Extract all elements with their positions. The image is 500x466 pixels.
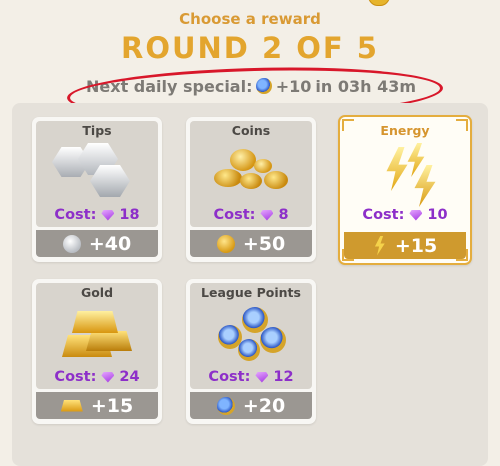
gold-coin-icon <box>216 234 235 253</box>
reward-cost: Cost: 12 <box>208 369 294 385</box>
gold-bar-icon <box>60 399 83 412</box>
reward-amount-bar: +40 <box>36 230 158 257</box>
reward-amount-bar: +15 <box>344 232 466 259</box>
reward-name: Tips <box>82 123 112 138</box>
reward-amount-bar: +15 <box>36 392 158 419</box>
gem-icon <box>101 209 115 221</box>
round-title: ROUND 2 OF 5 <box>121 31 379 65</box>
league-point-icon <box>216 396 235 415</box>
reward-card-coins[interactable]: Coins Cost: 8 +50 <box>186 117 316 262</box>
reward-subtitle: Choose a reward <box>179 10 321 28</box>
reward-card-energy[interactable]: Energy Cost: 10 +15 <box>338 115 472 265</box>
gem-icon <box>409 209 423 221</box>
reward-name: Energy <box>380 123 430 138</box>
top-coin-icon <box>368 0 390 6</box>
gem-icon <box>101 371 115 383</box>
reward-card-league-points[interactable]: League Points Cost: 12 +20 <box>186 279 316 424</box>
reward-name: League Points <box>201 285 301 300</box>
reward-cost: Cost: 18 <box>54 207 140 223</box>
rewards-panel: Tips Cost: 18 +40 Coins Cost: 8 +50 Ener… <box>12 103 488 466</box>
silver-coin-icon <box>62 234 81 253</box>
reward-name: Coins <box>231 123 271 138</box>
reward-card-gold[interactable]: Gold Cost: 24 +15 <box>32 279 162 424</box>
reward-amount-bar: +20 <box>190 392 312 419</box>
reward-cost: Cost: 8 <box>213 207 289 223</box>
lightning-icon <box>374 235 385 256</box>
reward-cost: Cost: 10 <box>362 207 448 223</box>
gem-icon <box>255 371 269 383</box>
reward-cost: Cost: 24 <box>54 369 140 385</box>
gem-icon <box>260 209 274 221</box>
reward-amount-bar: +50 <box>190 230 312 257</box>
reward-card-tips[interactable]: Tips Cost: 18 +40 <box>32 117 162 262</box>
reward-name: Gold <box>80 285 114 300</box>
